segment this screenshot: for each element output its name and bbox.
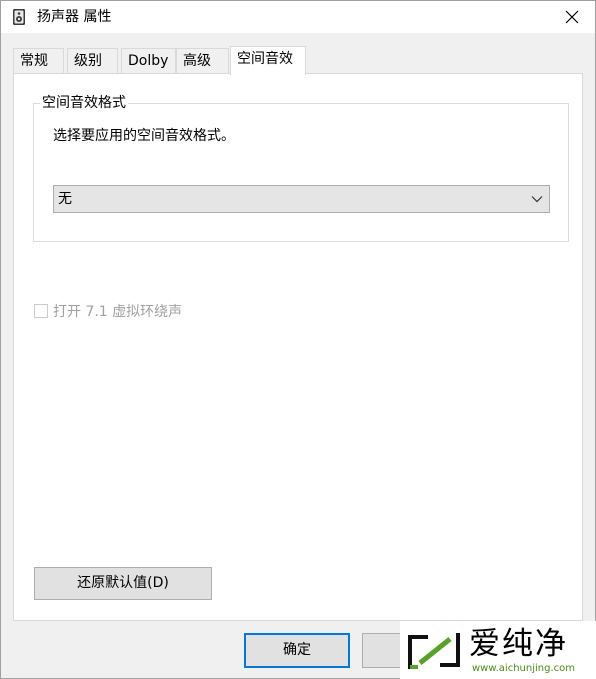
spatial-format-group: 空间音效格式 选择要应用的空间音效格式。 无 xyxy=(33,94,569,242)
virtual-surround-checkbox[interactable] xyxy=(34,304,48,318)
tab-content-panel: 空间音效格式 选择要应用的空间音效格式。 无 打开 7.1 虚拟环绕声 还原默认… xyxy=(13,73,583,621)
tab-levels[interactable]: 级别 xyxy=(67,48,118,74)
tab-advanced[interactable]: 高级 xyxy=(176,48,229,74)
window-title: 扬声器 属性 xyxy=(37,9,112,25)
ok-button[interactable]: 确定 xyxy=(244,633,350,668)
close-icon xyxy=(565,10,579,24)
watermark-text: 爱纯净 xyxy=(469,626,568,662)
close-button[interactable] xyxy=(549,1,595,33)
dropdown-selected-value: 无 xyxy=(58,191,72,207)
spatial-format-dropdown[interactable]: 无 xyxy=(53,185,550,213)
watermark-url: www.aichunjing.com xyxy=(472,663,575,674)
virtual-surround-label: 打开 7.1 虚拟环绕声 xyxy=(53,304,183,320)
chevron-down-icon xyxy=(531,196,543,203)
speaker-properties-dialog: 扬声器 属性 常规 级别 Dolby 高级 空间音效 空间音效格式 选择要应用的… xyxy=(0,0,596,679)
group-description: 选择要应用的空间音效格式。 xyxy=(53,128,235,144)
watermark-logo-icon xyxy=(408,633,460,669)
speaker-icon xyxy=(13,9,25,25)
title-bar: 扬声器 属性 xyxy=(1,1,595,33)
tab-general[interactable]: 常规 xyxy=(13,48,64,74)
tab-spatial-sound[interactable]: 空间音效 xyxy=(230,46,306,75)
tab-dolby[interactable]: Dolby xyxy=(121,48,176,74)
watermark: 爱纯净 www.aichunjing.com xyxy=(400,621,596,679)
group-title: 空间音效格式 xyxy=(40,94,128,112)
restore-defaults-button[interactable]: 还原默认值(D) xyxy=(34,567,212,600)
